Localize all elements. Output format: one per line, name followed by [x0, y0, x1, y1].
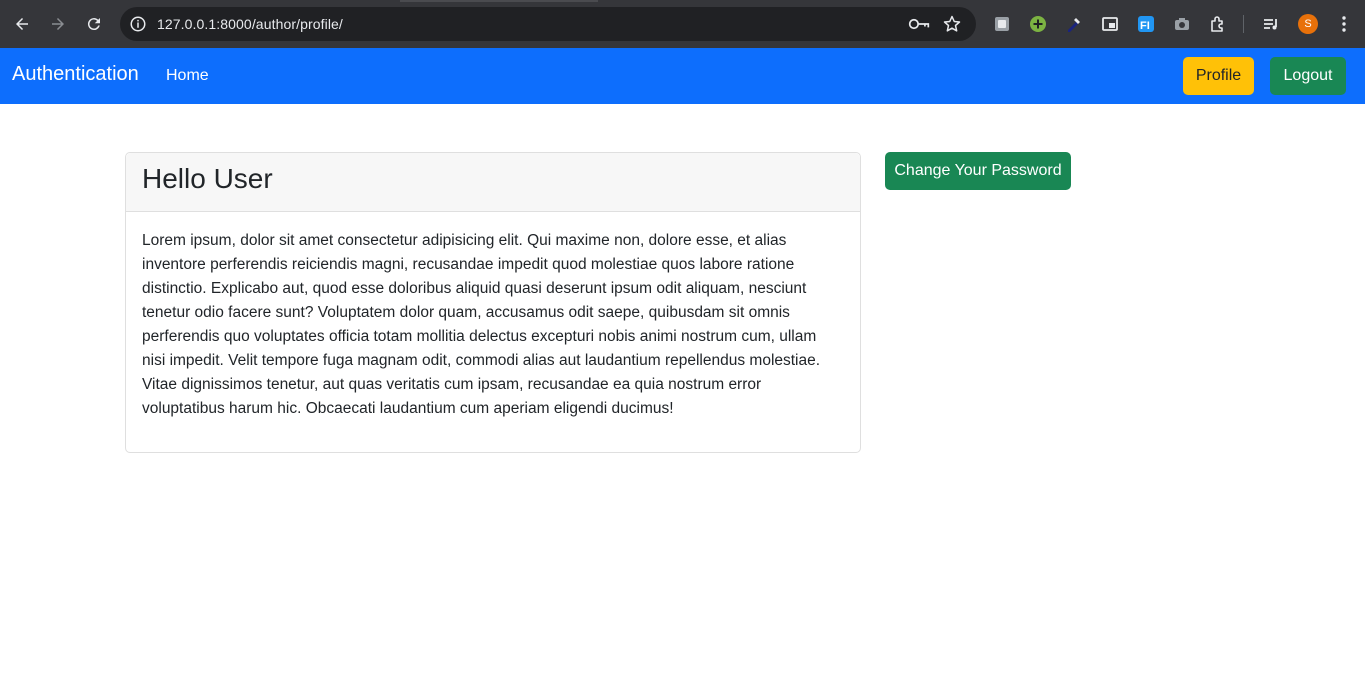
extension-eyedropper-icon[interactable]	[1063, 13, 1085, 35]
extension-fi-icon[interactable]: FI	[1135, 13, 1157, 35]
profile-card: Hello User Lorem ipsum, dolor sit amet c…	[125, 152, 861, 453]
card-title: Hello User	[142, 163, 273, 194]
card-header: Hello User	[126, 153, 860, 212]
logout-button[interactable]: Logout	[1270, 57, 1346, 95]
media-queue-icon[interactable]	[1260, 13, 1282, 35]
forward-button[interactable]	[46, 12, 70, 36]
reload-button[interactable]	[82, 12, 106, 36]
back-button[interactable]	[10, 12, 34, 36]
svg-text:FI: FI	[1140, 20, 1150, 32]
key-icon[interactable]	[908, 15, 930, 33]
profile-button[interactable]: Profile	[1183, 57, 1254, 95]
card-body-text: Lorem ipsum, dolor sit amet consectetur …	[142, 232, 821, 417]
extension-green-plus-icon[interactable]	[1027, 13, 1049, 35]
reload-icon	[87, 18, 100, 31]
active-tab-indicator	[400, 0, 598, 2]
address-bar[interactable]: 127.0.0.1:8000/author/profile/	[120, 7, 976, 41]
url-text[interactable]: 127.0.0.1:8000/author/profile/	[157, 16, 343, 32]
site-navbar: Authentication Home Profile Logout	[0, 48, 1365, 104]
puzzle-icon[interactable]	[1207, 13, 1229, 35]
star-icon[interactable]	[942, 14, 962, 34]
browser-toolbar: 127.0.0.1:8000/author/profile/ FI S	[0, 0, 1365, 48]
change-password-button[interactable]: Change Your Password	[885, 152, 1071, 190]
toolbar-divider	[1243, 15, 1244, 33]
profile-avatar[interactable]: S	[1298, 14, 1318, 34]
navbar-brand[interactable]: Authentication	[12, 63, 139, 86]
arrow-right-icon	[52, 18, 64, 30]
info-icon[interactable]	[129, 15, 147, 33]
kebab-menu-icon[interactable]	[1334, 14, 1354, 34]
extension-camera-icon[interactable]	[1171, 13, 1193, 35]
extension-window-icon[interactable]	[1099, 13, 1121, 35]
arrow-left-icon	[16, 18, 28, 30]
extension-grey-icon[interactable]	[991, 13, 1013, 35]
nav-link-home[interactable]: Home	[166, 67, 209, 85]
